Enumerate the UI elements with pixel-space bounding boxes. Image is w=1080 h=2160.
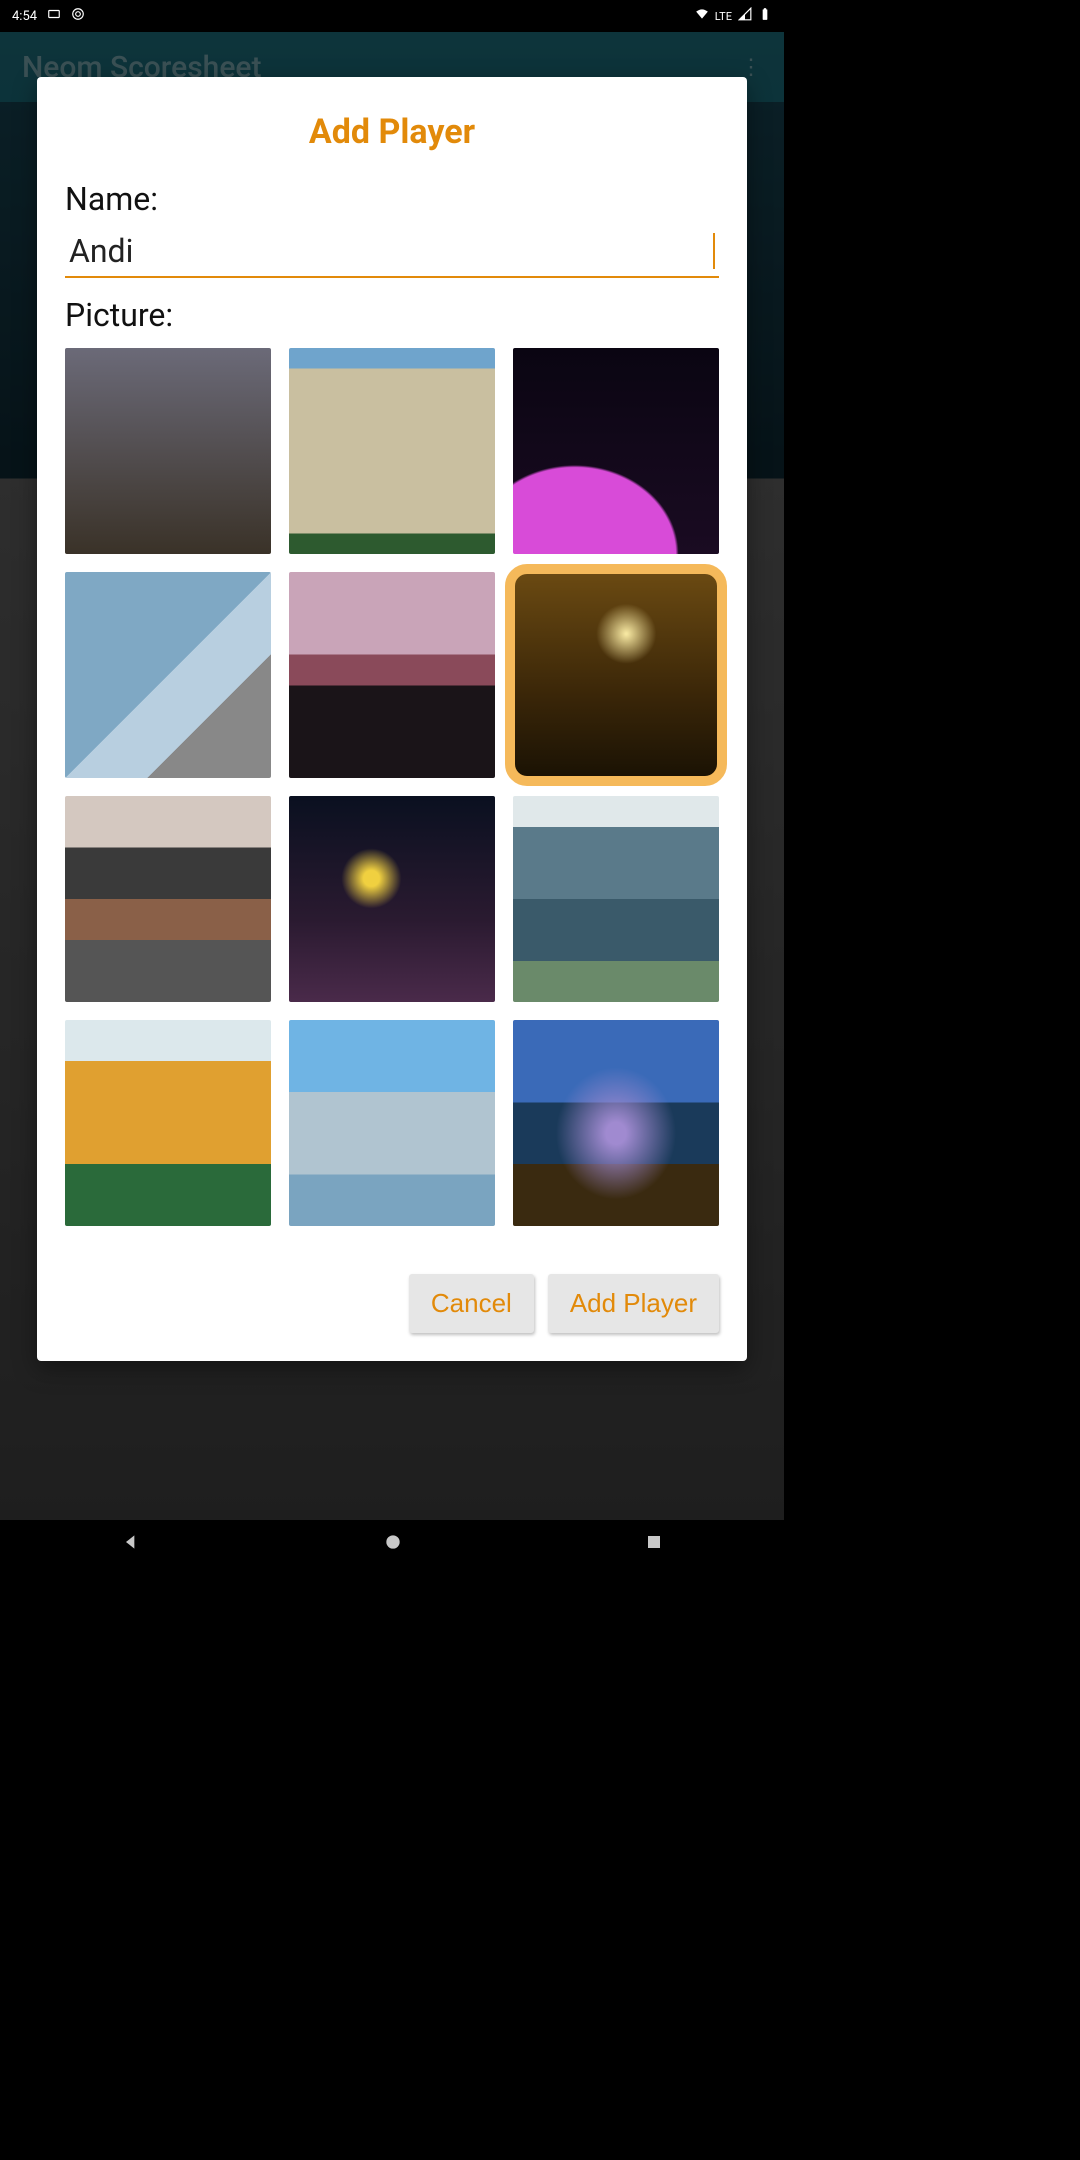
- do-not-disturb-icon: [71, 7, 85, 25]
- add-player-button[interactable]: Add Player: [548, 1274, 719, 1333]
- wifi-icon: [695, 7, 709, 25]
- name-input[interactable]: Andi: [69, 232, 715, 270]
- picture-option-selected[interactable]: [513, 572, 719, 778]
- name-input-wrap[interactable]: Andi: [65, 226, 719, 278]
- picture-option[interactable]: [513, 348, 719, 554]
- navigation-bar: [0, 1520, 784, 1568]
- add-player-dialog: Add Player Name: Andi Picture: Cancel Ad…: [37, 77, 747, 1361]
- cancel-button[interactable]: Cancel: [409, 1274, 534, 1333]
- dialog-actions: Cancel Add Player: [65, 1274, 719, 1333]
- signal-icon: [738, 7, 752, 25]
- picture-option[interactable]: [289, 1020, 495, 1226]
- nav-recents-icon[interactable]: [645, 1533, 663, 1555]
- status-bar: 4:54 A LTE: [0, 0, 784, 32]
- battery-icon: [758, 7, 772, 25]
- picture-option[interactable]: [65, 572, 271, 778]
- svg-text:A: A: [52, 12, 56, 18]
- picture-grid: [65, 348, 719, 1226]
- picture-field-label: Picture:: [65, 296, 719, 334]
- picture-option[interactable]: [513, 796, 719, 1002]
- keyboard-icon: A: [47, 7, 61, 25]
- picture-option[interactable]: [65, 1020, 271, 1226]
- picture-option[interactable]: [513, 1020, 719, 1226]
- status-time: 4:54: [12, 9, 37, 24]
- picture-option[interactable]: [65, 796, 271, 1002]
- nav-home-icon[interactable]: [383, 1532, 403, 1556]
- picture-option[interactable]: [289, 348, 495, 554]
- picture-option[interactable]: [65, 348, 271, 554]
- nav-back-icon[interactable]: [121, 1532, 141, 1556]
- dialog-title: Add Player: [65, 112, 719, 152]
- picture-option[interactable]: [289, 572, 495, 778]
- text-caret: [713, 233, 715, 269]
- network-label: LTE: [715, 10, 732, 23]
- name-field-label: Name:: [65, 180, 719, 218]
- picture-option[interactable]: [289, 796, 495, 1002]
